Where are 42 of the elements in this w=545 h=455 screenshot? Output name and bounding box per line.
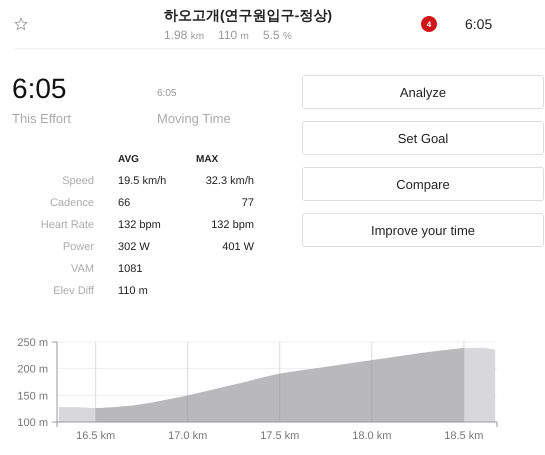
metric-label: VAM — [70, 263, 94, 275]
segment-title: 하오고개(연구원입구-정상) — [164, 6, 333, 24]
x-tick-label: 17.5 km — [260, 430, 300, 442]
column-header: MAX — [196, 154, 218, 164]
metric-label: Heart Rate — [40, 219, 94, 231]
avg-value: 132 bpm — [118, 219, 161, 231]
x-tick-label: 18.0 km — [352, 430, 392, 442]
metric-label: Elev Diff — [53, 285, 94, 297]
segment-time: 6:05 — [465, 16, 494, 32]
action-button[interactable]: Analyze — [302, 75, 544, 109]
moving-time-value: 6:05 — [157, 88, 178, 99]
moving-time-label: Moving Time — [157, 111, 232, 126]
metric-label: Speed — [62, 175, 94, 187]
effort-label: This Effort — [12, 111, 72, 126]
y-tick-label: 150 m — [17, 390, 48, 402]
column-header: AVG — [118, 154, 139, 164]
max-value: 77 — [242, 197, 254, 209]
avg-value: 19.5 km/h — [118, 175, 166, 187]
y-tick-label: 200 m — [17, 364, 48, 376]
max-value: 132 bpm — [211, 219, 254, 231]
action-button[interactable]: Set Goal — [302, 121, 544, 155]
x-tick-label: 18.5 km — [444, 430, 484, 442]
avg-value: 110 m — [118, 285, 148, 297]
y-tick-label: 250 m — [17, 337, 48, 349]
segment-stat: 5.5 % — [262, 28, 292, 42]
star-icon[interactable] — [14, 17, 28, 31]
y-tick-label: 100 m — [17, 417, 48, 429]
metric-label: Power — [62, 241, 94, 253]
avg-value: 66 — [118, 197, 130, 209]
rank-badge: 4 — [421, 16, 437, 32]
max-value: 32.3 km/h — [206, 175, 254, 187]
metric-label: Cadence — [50, 197, 94, 209]
max-value: 401 W — [222, 241, 254, 253]
x-tick-label: 17.0 km — [168, 430, 208, 442]
x-tick-label: 16.5 km — [76, 430, 116, 442]
action-button[interactable]: Compare — [302, 167, 544, 201]
avg-value: 1081 — [118, 263, 142, 275]
segment-stat: 110 m — [218, 28, 249, 42]
avg-value: 302 W — [118, 241, 150, 253]
effort-time: 6:05 — [12, 73, 68, 106]
action-button[interactable]: Improve your time — [302, 213, 544, 247]
segment-stat: 1.98 km — [164, 28, 204, 42]
